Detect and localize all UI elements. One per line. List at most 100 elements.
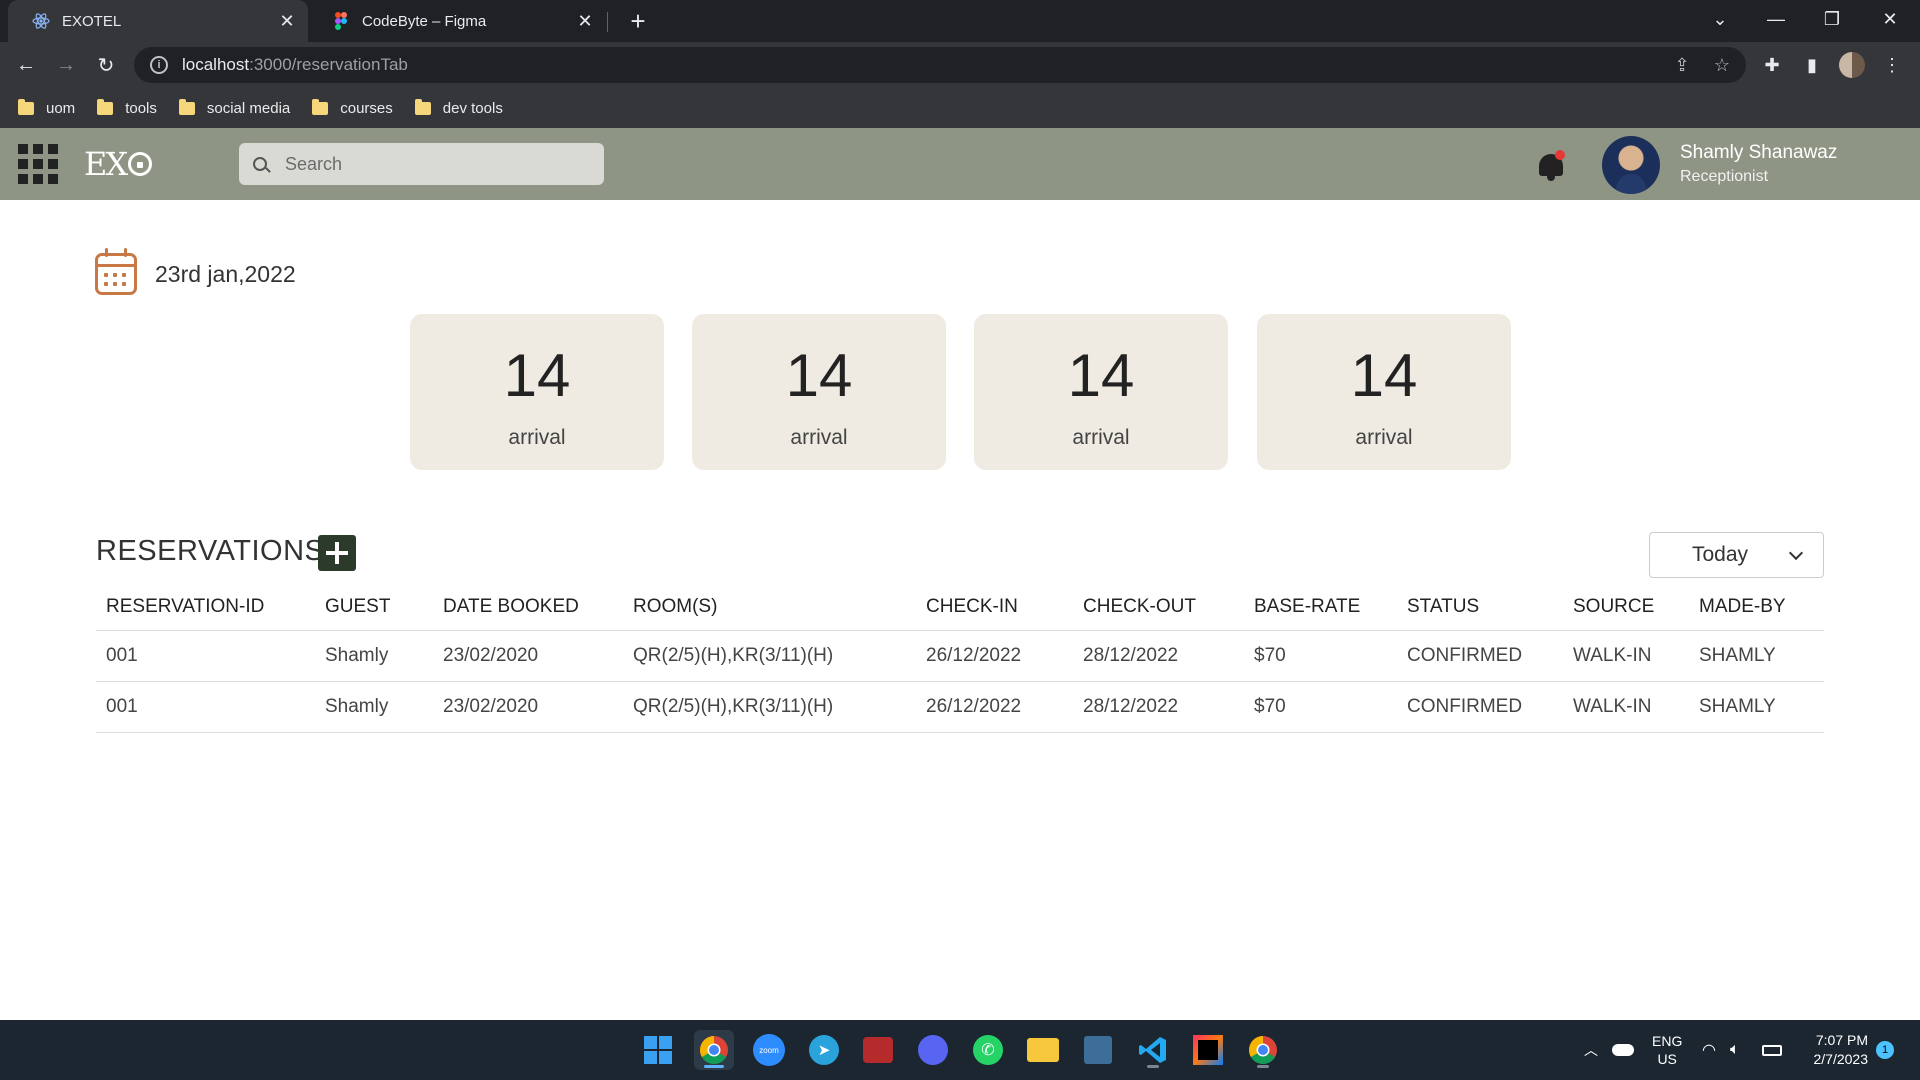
reload-button[interactable]: ↻	[90, 49, 122, 81]
table-cell: QR(2/5)(H),KR(3/11)(H)	[623, 681, 916, 733]
tab-search-icon[interactable]: ⌄	[1692, 0, 1748, 38]
share-icon[interactable]: ⇪	[1664, 47, 1700, 83]
column-header[interactable]: RESERVATION-ID	[96, 584, 315, 631]
bookmarks-bar: uom tools social media courses dev tools	[0, 88, 1920, 128]
tab-title: CodeByte – Figma	[362, 12, 487, 30]
date-label: 23rd jan,2022	[155, 260, 296, 287]
table-row[interactable]: 001 Shamly 23/02/2020 QR(2/5)(H),KR(3/11…	[96, 630, 1824, 682]
bookmark-dev-tools[interactable]: dev tools	[414, 98, 503, 117]
browser-tab-strip: EXOTEL ✕ CodeByte – Figma ✕ + ⌄ — ❐ ✕	[0, 0, 1920, 42]
game-icon[interactable]	[858, 1030, 898, 1070]
table-cell: Shamly	[315, 630, 433, 682]
discord-icon[interactable]	[913, 1030, 953, 1070]
bookmark-tools[interactable]: tools	[97, 98, 157, 117]
stat-value: 14	[503, 342, 571, 409]
site-info-icon[interactable]: i	[150, 56, 168, 74]
react-icon	[32, 12, 50, 30]
table-cell: 001	[96, 630, 315, 682]
whatsapp-icon[interactable]: ✆	[968, 1030, 1008, 1070]
close-tab-icon[interactable]: ✕	[574, 10, 596, 32]
file-explorer-icon[interactable]	[1023, 1030, 1063, 1070]
clock-date: 2/7/2023	[1813, 1051, 1869, 1067]
chrome-icon[interactable]	[1243, 1030, 1283, 1070]
battery-icon[interactable]	[1762, 1020, 1782, 1080]
figma-icon	[332, 12, 350, 30]
forward-button[interactable]: →	[50, 49, 82, 81]
folder-icon	[18, 98, 34, 115]
table-cell: QR(2/5)(H),KR(3/11)(H)	[623, 630, 916, 682]
date-filter-select[interactable]: Today	[1649, 532, 1824, 578]
windows-start-icon[interactable]	[638, 1030, 678, 1070]
back-button[interactable]: ←	[10, 49, 42, 81]
extensions-icon[interactable]: ✚	[1756, 49, 1788, 81]
column-header[interactable]: SOURCE	[1563, 584, 1689, 631]
column-header[interactable]: CHECK-IN	[916, 584, 1073, 631]
app-grid-menu-icon[interactable]	[18, 144, 58, 184]
close-window-button[interactable]: ✕	[1862, 0, 1918, 38]
close-tab-icon[interactable]: ✕	[276, 10, 298, 32]
column-header[interactable]: CHECK-OUT	[1073, 584, 1244, 631]
bookmark-uom[interactable]: uom	[18, 98, 75, 117]
table-cell: 28/12/2022	[1073, 681, 1244, 733]
column-header[interactable]: BASE-RATE	[1244, 584, 1397, 631]
notification-center-badge[interactable]: 1	[1876, 1020, 1894, 1080]
chevron-down-icon	[1788, 545, 1804, 560]
table-cell: WALK-IN	[1563, 630, 1689, 682]
folder-icon	[178, 98, 195, 115]
tab-exotel[interactable]: EXOTEL ✕	[8, 0, 308, 42]
search-input[interactable]	[285, 153, 585, 175]
stat-value: 14	[1067, 342, 1135, 409]
chrome-menu-icon[interactable]: ⋮	[1876, 49, 1908, 81]
zoom-icon[interactable]: zoom	[749, 1030, 789, 1070]
notification-bell-icon[interactable]	[1536, 150, 1566, 182]
column-header[interactable]: STATUS	[1397, 584, 1563, 631]
add-reservation-button[interactable]	[318, 535, 356, 571]
side-panel-icon[interactable]: ▮	[1796, 49, 1828, 81]
bookmark-star-icon[interactable]: ☆	[1704, 47, 1740, 83]
url-host: localhost	[182, 55, 250, 74]
table-cell: SHAMLY	[1689, 681, 1824, 733]
bookmark-social-media[interactable]: social media	[178, 98, 290, 117]
tab-title: EXOTEL	[62, 12, 122, 30]
onedrive-cloud-icon[interactable]	[1612, 1020, 1634, 1080]
table-cell: CONFIRMED	[1397, 630, 1563, 682]
intellij-icon[interactable]	[1188, 1030, 1228, 1070]
language-indicator[interactable]: ENG US	[1652, 1020, 1682, 1080]
stat-card-arrival: 14 arrival	[692, 314, 946, 470]
folder-icon	[414, 98, 431, 115]
column-header[interactable]: GUEST	[315, 584, 433, 631]
browser-toolbar: ← → ↻ i localhost:3000/reservationTab ⇪ …	[0, 42, 1920, 88]
tab-figma[interactable]: CodeByte – Figma ✕	[308, 0, 606, 42]
stat-card-arrival: 14 arrival	[1257, 314, 1511, 470]
exotel-logo[interactable]: EX	[84, 145, 153, 183]
table-header-row: RESERVATION-ID GUEST DATE BOOKED ROOM(S)…	[96, 584, 1824, 631]
table-row[interactable]: 001 Shamly 23/02/2020 QR(2/5)(H),KR(3/11…	[96, 681, 1824, 733]
search-bar[interactable]	[239, 143, 604, 185]
volume-icon[interactable]: 🔈︎	[1730, 1020, 1740, 1080]
new-tab-button[interactable]: +	[623, 6, 653, 36]
chrome-icon[interactable]	[694, 1030, 734, 1070]
vscode-icon[interactable]	[1133, 1030, 1173, 1070]
calendar-icon[interactable]	[95, 248, 137, 295]
telegram-icon[interactable]: ➤	[804, 1030, 844, 1070]
wifi-icon[interactable]: ◠	[1702, 1020, 1716, 1080]
column-header[interactable]: DATE BOOKED	[433, 584, 623, 631]
table-cell: WALK-IN	[1563, 681, 1689, 733]
minimize-button[interactable]: —	[1748, 0, 1804, 38]
avatar[interactable]	[1602, 136, 1660, 194]
bookmark-courses[interactable]: courses	[312, 98, 393, 117]
profile-avatar-icon[interactable]	[1836, 49, 1868, 81]
column-header[interactable]: ROOM(S)	[623, 584, 916, 631]
show-hidden-icons-chevron[interactable]: ︿	[1584, 1020, 1598, 1080]
address-bar[interactable]: i localhost:3000/reservationTab ⇪ ☆	[134, 47, 1746, 83]
clock[interactable]: 7:07 PM 2/7/2023	[1800, 1020, 1869, 1080]
column-header[interactable]: MADE-BY	[1689, 584, 1824, 631]
mysql-icon[interactable]	[1078, 1030, 1118, 1070]
stat-value: 14	[785, 342, 853, 409]
stat-value: 14	[1350, 342, 1418, 409]
folder-icon	[97, 98, 114, 115]
url-path: :3000/reservationTab	[249, 55, 408, 74]
reservations-title: RESERVATIONS	[96, 535, 325, 567]
restore-button[interactable]: ❐	[1804, 0, 1860, 38]
filter-value: Today	[1692, 543, 1749, 566]
